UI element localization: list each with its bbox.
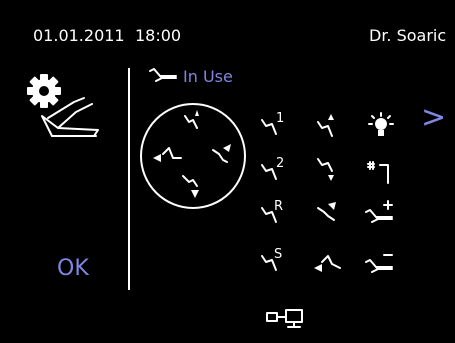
svg-text:R: R xyxy=(274,199,283,214)
svg-text:S: S xyxy=(274,247,282,262)
rinse-position-button[interactable]: R xyxy=(258,198,288,228)
chair-back-right-icon xyxy=(212,144,231,163)
svg-text:1: 1 xyxy=(276,111,284,126)
next-button[interactable]: > xyxy=(421,103,446,133)
divider xyxy=(128,68,130,290)
chair-plus-button[interactable] xyxy=(364,198,398,228)
foot-control-icon[interactable] xyxy=(36,92,106,142)
backrest-down-button[interactable] xyxy=(312,250,344,276)
chair-up-icon xyxy=(184,110,199,129)
memory-position-1-button[interactable]: 1 xyxy=(258,110,288,140)
start-position-button[interactable]: S xyxy=(258,246,288,276)
cup-filler-icon[interactable] xyxy=(366,157,396,187)
chair-up-button[interactable] xyxy=(314,112,344,142)
monitor-icon[interactable] xyxy=(266,308,324,330)
time-label: 18:00 xyxy=(135,26,182,45)
in-use-label: In Use xyxy=(183,67,233,86)
ok-button[interactable]: OK xyxy=(57,257,89,281)
chair-icon xyxy=(148,67,178,85)
chair-back-left-icon xyxy=(153,147,182,162)
chair-minus-button[interactable] xyxy=(364,248,398,278)
svg-text:2: 2 xyxy=(276,156,284,171)
memory-position-2-button[interactable]: 2 xyxy=(258,155,288,185)
chair-down-button[interactable] xyxy=(314,155,344,185)
user-name: Dr. Soaric xyxy=(369,26,447,45)
date-label: 01.01.2011 xyxy=(33,26,125,45)
chair-position-dial xyxy=(139,102,247,210)
chair-down-icon xyxy=(182,175,199,198)
backrest-up-button[interactable] xyxy=(314,198,344,228)
operating-light-icon[interactable] xyxy=(366,112,396,142)
